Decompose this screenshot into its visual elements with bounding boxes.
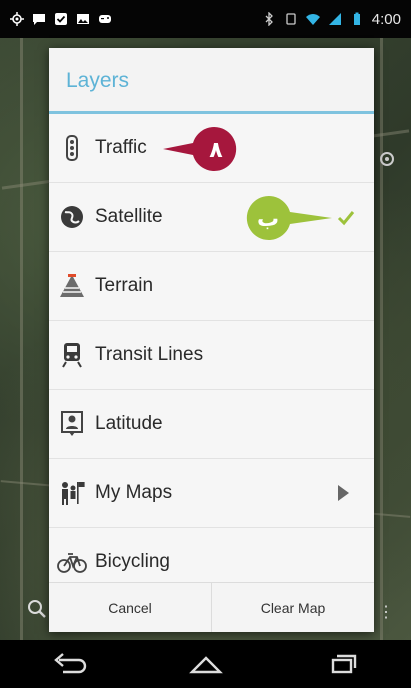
navigation-bar bbox=[0, 640, 411, 688]
layer-label: Latitude bbox=[95, 413, 163, 434]
screen: 4:00 ⋮ Layers Traffic ٨ Satellite ب Terr… bbox=[0, 0, 411, 688]
my-location-icon[interactable] bbox=[376, 148, 398, 170]
layers-dialog: Layers Traffic ٨ Satellite ب Terrain Tra… bbox=[49, 48, 374, 632]
layer-item-satellite[interactable]: Satellite ب bbox=[49, 183, 374, 252]
layer-item-terrain[interactable]: Terrain bbox=[49, 252, 374, 321]
status-bar: 4:00 bbox=[0, 0, 411, 38]
layer-item-traffic[interactable]: Traffic ٨ bbox=[49, 114, 374, 183]
check-box-icon bbox=[55, 13, 67, 25]
cancel-button[interactable]: Cancel bbox=[49, 583, 211, 632]
globe-icon bbox=[57, 202, 87, 232]
dialog-title: Layers bbox=[49, 48, 374, 114]
layer-label: Transit Lines bbox=[95, 344, 204, 365]
layer-label: Traffic bbox=[95, 137, 147, 158]
recents-icon[interactable] bbox=[323, 650, 363, 678]
dialog-buttons: Cancel Clear Map bbox=[49, 582, 374, 632]
map-road bbox=[380, 38, 383, 640]
layer-item-my-maps[interactable]: My Maps bbox=[49, 459, 374, 528]
train-icon bbox=[57, 340, 87, 370]
layer-label: Bicycling bbox=[95, 551, 170, 572]
signal-icon bbox=[328, 13, 341, 25]
image-icon bbox=[77, 14, 89, 24]
layer-item-latitude[interactable]: Latitude bbox=[49, 390, 374, 459]
chevron-right-icon bbox=[338, 485, 349, 501]
annotation-callout: ب bbox=[246, 196, 332, 240]
layer-label: My Maps bbox=[95, 482, 173, 503]
layer-label: Terrain bbox=[95, 275, 154, 296]
layer-item-transit-lines[interactable]: Transit Lines bbox=[49, 321, 374, 390]
overflow-menu-icon[interactable]: ⋮ bbox=[378, 602, 394, 622]
terrain-icon bbox=[57, 271, 87, 301]
map-road bbox=[20, 38, 23, 640]
system-icons: 4:00 bbox=[262, 11, 401, 28]
back-icon[interactable] bbox=[49, 650, 89, 678]
battery-icon bbox=[353, 12, 360, 25]
layer-label: Satellite bbox=[95, 206, 163, 227]
chat-icon bbox=[33, 14, 45, 25]
bicycle-icon bbox=[57, 547, 87, 577]
notification-icons bbox=[10, 12, 112, 26]
people-flag-icon bbox=[57, 478, 87, 508]
home-icon[interactable] bbox=[186, 650, 226, 678]
annotation-label: ب bbox=[257, 207, 279, 232]
bluetooth-icon bbox=[265, 12, 273, 26]
wifi-icon bbox=[305, 14, 320, 25]
gamepad-icon bbox=[99, 15, 111, 23]
annotation-label: ٨ bbox=[209, 138, 223, 163]
annotation-callout: ٨ bbox=[163, 127, 237, 171]
clear-map-button[interactable]: Clear Map bbox=[211, 583, 374, 632]
check-icon bbox=[337, 211, 355, 226]
location-icon bbox=[10, 12, 24, 26]
rotate-icon bbox=[286, 13, 296, 25]
status-time: 4:00 bbox=[371, 10, 401, 28]
person-badge-icon bbox=[57, 409, 87, 439]
search-icon[interactable] bbox=[26, 598, 48, 620]
layer-list: Traffic ٨ Satellite ب Terrain Transit Li… bbox=[49, 114, 374, 597]
traffic-light-icon bbox=[57, 133, 87, 163]
